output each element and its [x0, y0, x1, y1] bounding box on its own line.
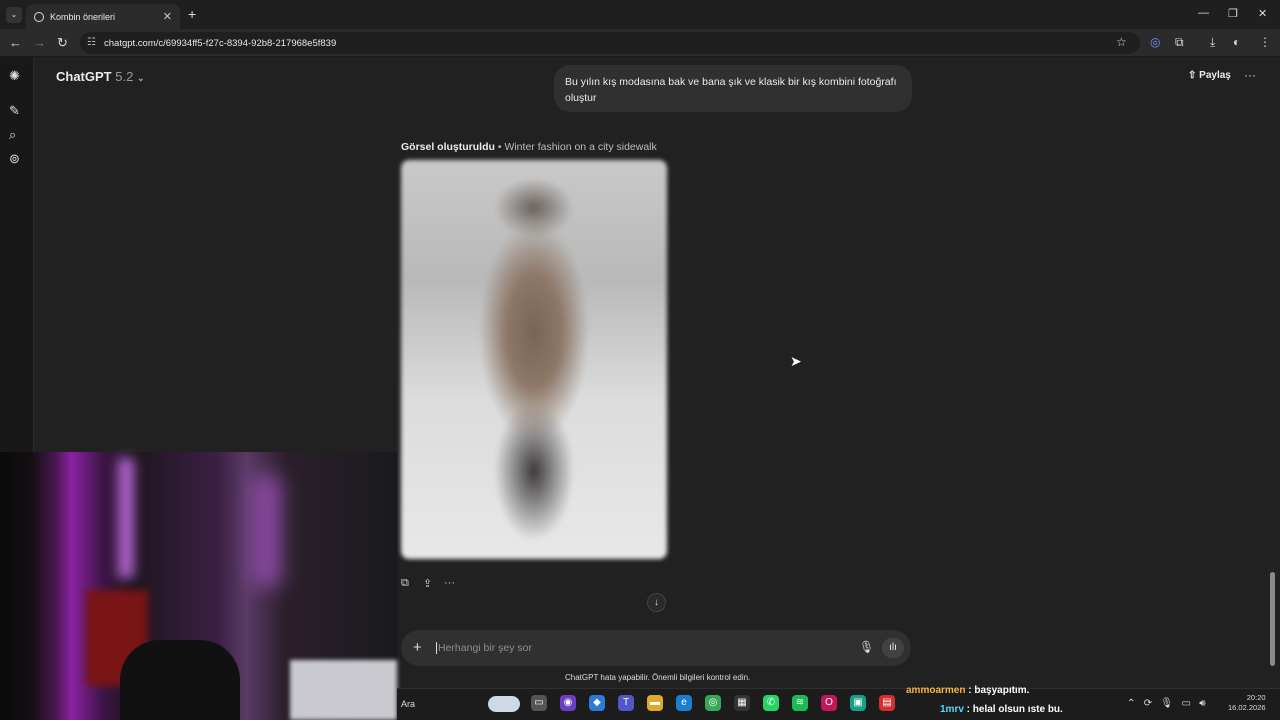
webcam-person — [120, 640, 240, 720]
app-icon[interactable]: ◉ — [560, 695, 576, 711]
share-label: Paylaş — [1199, 70, 1231, 81]
webcam-neon-light — [118, 458, 134, 578]
mouse-cursor-icon: ➤ — [790, 353, 802, 369]
clock-time: 20:20 — [1246, 693, 1266, 702]
stream-chat-line: 1mrv : helal olsun ıste bu. — [940, 704, 1063, 715]
opera-icon[interactable]: O — [821, 695, 837, 711]
spotify-icon[interactable]: ≋ — [792, 695, 808, 711]
model-version: 5.2 — [115, 69, 134, 84]
openai-logo-icon[interactable]: ✺ — [9, 68, 20, 84]
edge-icon[interactable]: e — [676, 695, 692, 711]
stream-chat-line: ammoarmen : başyapıtım. — [906, 685, 1029, 696]
generated-image-label: Görsel oluşturuldu • Winter fashion on a… — [401, 141, 657, 153]
share-icon: ⇧ — [1188, 70, 1197, 81]
tab-title: Kombin önerileri — [50, 11, 116, 22]
site-info-icon[interactable]: ☷ — [87, 37, 96, 48]
chrome-icon[interactable]: ◎ — [705, 695, 721, 711]
webcam-neon-light — [252, 476, 282, 586]
chat-message: : helal olsun ıste bu. — [963, 704, 1063, 715]
add-attachment-icon[interactable]: + — [413, 639, 422, 656]
model-selector[interactable]: ChatGPT 5.2 ⌄ — [56, 69, 145, 84]
search-icon[interactable]: ⌕ — [9, 127, 16, 143]
scrollbar-thumb[interactable] — [1270, 572, 1275, 666]
file-explorer-icon[interactable]: ▬ — [647, 695, 663, 711]
microphone-icon[interactable]: 🎙︎ — [859, 640, 874, 654]
tab-favicon-icon — [34, 11, 44, 22]
maximize-button[interactable]: ❐ — [1228, 7, 1238, 20]
generated-subtitle: Winter fashion on a city sidewalk — [504, 141, 657, 153]
extensions-puzzle-icon[interactable]: ⧉ — [1175, 35, 1184, 50]
share-button[interactable]: ⇧ Paylaş — [1188, 70, 1231, 81]
app-icon[interactable]: ▤ — [879, 695, 895, 711]
task-view-icon[interactable]: ▭ — [531, 695, 547, 711]
teams-icon[interactable]: T — [618, 695, 634, 711]
back-button[interactable]: ← — [9, 35, 22, 50]
label-separator: • — [494, 141, 505, 153]
bookmark-star-icon[interactable]: ☆ — [1116, 35, 1127, 49]
search-highlight-icon — [488, 696, 520, 712]
disclaimer: ChatGPT hata yapabilir. Önemli bilgileri… — [565, 673, 751, 682]
reload-button[interactable]: ↻ — [57, 35, 68, 51]
new-tab-button[interactable]: + — [188, 6, 196, 22]
model-name: ChatGPT — [56, 69, 112, 84]
taskbar-clock[interactable]: 20:20 16.02.2026 — [1228, 693, 1266, 713]
browser-menu-icon[interactable]: ⋮ — [1259, 35, 1271, 49]
more-options-icon[interactable]: ··· — [1244, 68, 1256, 82]
copy-icon[interactable]: ⧉ — [401, 577, 409, 590]
chat-username: 1mrv — [940, 704, 964, 715]
taskbar-search[interactable]: Ara — [401, 699, 415, 709]
store-icon[interactable]: ▦ — [734, 695, 750, 711]
user-message-bubble: Bu yılın kış modasına bak ve bana şık ve… — [554, 65, 912, 112]
whatsapp-icon[interactable]: ✆ — [763, 695, 779, 711]
app-icon[interactable]: ▣ — [850, 695, 866, 711]
more-actions-icon[interactable]: ··· — [444, 577, 455, 589]
copilot-icon[interactable]: ◆ — [589, 695, 605, 711]
download-icon[interactable]: ⤓ — [1210, 35, 1215, 50]
voice-mode-button[interactable]: ılı — [882, 638, 904, 658]
close-window-button[interactable]: ✕ — [1258, 7, 1267, 20]
library-icon[interactable]: ⊚ — [9, 151, 20, 167]
browser-tab[interactable]: Kombin önerileri ✕ — [26, 4, 180, 29]
minimize-button[interactable]: — — [1198, 7, 1209, 19]
new-chat-icon[interactable]: ✎ — [9, 103, 20, 119]
generated-image[interactable] — [401, 160, 667, 559]
extension-icon[interactable]: ◎ — [1150, 35, 1160, 49]
chat-message: : başyapıtım. — [965, 685, 1030, 696]
share-icon[interactable]: ⇪ — [423, 577, 432, 590]
system-tray[interactable]: ⌃ ⟳ 🎙︎ ▭ 🔊︎ — [1127, 698, 1206, 709]
forward-button[interactable]: → — [33, 35, 46, 50]
chat-username: ammoarmen — [906, 685, 966, 696]
generated-status: Görsel oluşturuldu — [401, 141, 495, 153]
webcam-desk — [290, 660, 397, 720]
url-text: chatgpt.com/c/69934ff5-f27c-8394-92b8-21… — [104, 37, 337, 49]
scroll-down-button[interactable]: ↓ — [647, 593, 666, 612]
prompt-input[interactable]: Herhangi bir şey sor — [436, 642, 532, 654]
url-input[interactable]: chatgpt.com/c/69934ff5-f27c-8394-92b8-21… — [80, 32, 1140, 54]
tab-search-button[interactable]: ⌄ — [6, 7, 22, 23]
clock-date: 16.02.2026 — [1228, 703, 1266, 712]
chevron-down-icon: ⌄ — [136, 73, 145, 83]
profile-avatar[interactable]: ◐ — [1233, 35, 1240, 49]
close-tab-icon[interactable]: ✕ — [163, 10, 172, 23]
